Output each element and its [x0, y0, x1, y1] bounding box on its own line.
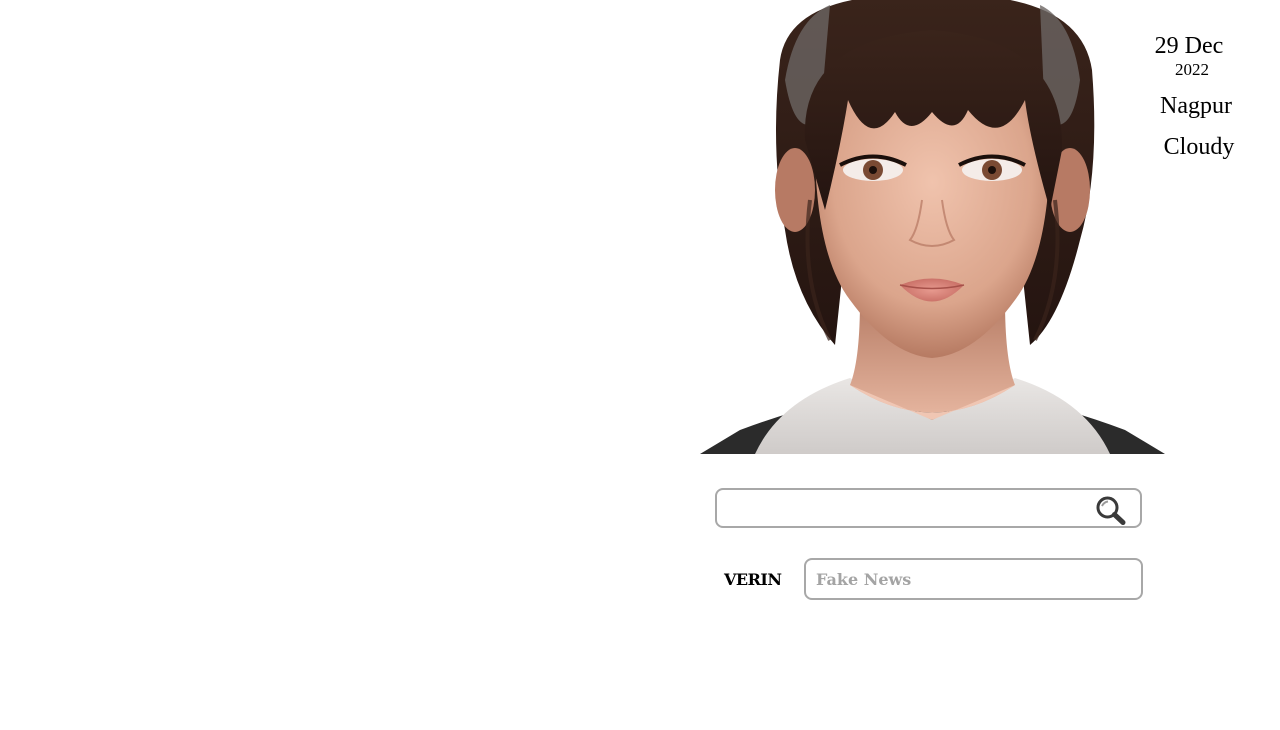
- search-input[interactable]: [727, 494, 1091, 524]
- date-year: 2022: [1175, 60, 1209, 79]
- magnifier-icon[interactable]: [1095, 495, 1127, 525]
- city-label: Nagpur: [1160, 93, 1232, 119]
- info-panel: 29 Dec 2022 Nagpur Cloudy: [1120, 32, 1270, 161]
- date-day: 29 Dec: [1154, 33, 1224, 59]
- result-field[interactable]: [804, 558, 1143, 600]
- verin-label: VERIN: [724, 570, 782, 589]
- avatar-portrait-image: [700, 0, 1165, 454]
- weather-label: Cloudy: [1163, 134, 1235, 160]
- search-box: [715, 488, 1142, 528]
- avatar: [700, 0, 1165, 454]
